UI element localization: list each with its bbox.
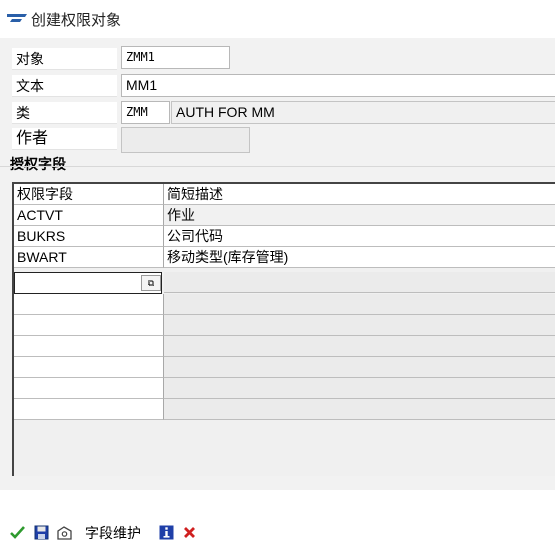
table-row-field[interactable]: BUKRS — [14, 226, 164, 247]
empty-description-cell — [164, 357, 555, 378]
cancel-icon[interactable] — [181, 523, 197, 541]
other-object-icon[interactable] — [55, 523, 73, 541]
bottom-toolbar: 字段维护 — [0, 490, 555, 544]
table-row-description: 作业 — [164, 205, 555, 226]
empty-field-cell[interactable] — [14, 357, 164, 378]
window-title: 创建权限对象 — [31, 12, 122, 29]
object-label: 对象 — [12, 48, 117, 70]
section-title: 授权字段 — [10, 156, 66, 172]
column-header-field: 权限字段 — [14, 184, 164, 205]
class-description: AUTH FOR MM — [171, 101, 555, 124]
section-divider — [0, 166, 555, 167]
object-input[interactable]: ZMM1 — [121, 46, 230, 69]
empty-description-cell — [164, 294, 555, 315]
table-row-field[interactable]: ACTVT — [14, 205, 164, 226]
value-help-icon[interactable]: ⧉ — [141, 275, 161, 291]
info-icon[interactable] — [158, 523, 174, 541]
empty-description-cell — [164, 378, 555, 399]
column-header-description: 简短描述 — [164, 184, 555, 205]
empty-description-cell — [164, 399, 555, 420]
field-maintain-button[interactable]: 字段维护 — [85, 523, 141, 543]
empty-field-cell[interactable] — [14, 315, 164, 336]
text-label: 文本 — [12, 75, 117, 97]
sap-create-icon — [7, 14, 27, 22]
table-row-field[interactable]: BWART — [14, 247, 164, 268]
empty-description-cell — [164, 336, 555, 357]
empty-field-cell[interactable] — [14, 378, 164, 399]
auth-field-table: 权限字段 简短描述 ACTVT 作业 BUKRS 公司代码 BWART 移动类型… — [12, 182, 555, 476]
empty-field-cell[interactable] — [14, 294, 164, 315]
text-input[interactable]: MM1 — [121, 74, 555, 97]
save-icon[interactable] — [33, 523, 49, 541]
empty-description-cell — [164, 272, 555, 293]
empty-field-cell[interactable] — [14, 336, 164, 357]
empty-description-cell — [164, 315, 555, 336]
new-field-input[interactable]: ⧉ — [14, 272, 162, 294]
class-label: 类 — [12, 102, 117, 124]
author-label: 作者 — [12, 128, 117, 150]
table-row-description: 公司代码 — [164, 226, 555, 247]
table-empty-area — [14, 421, 555, 476]
checkmark-icon[interactable] — [9, 523, 25, 541]
empty-field-cell[interactable] — [14, 399, 164, 420]
class-input[interactable]: ZMM — [121, 101, 170, 124]
author-field — [121, 127, 250, 153]
table-row-description: 移动类型(库存管理) — [164, 247, 555, 268]
title-bar: 创建权限对象 — [0, 0, 555, 38]
